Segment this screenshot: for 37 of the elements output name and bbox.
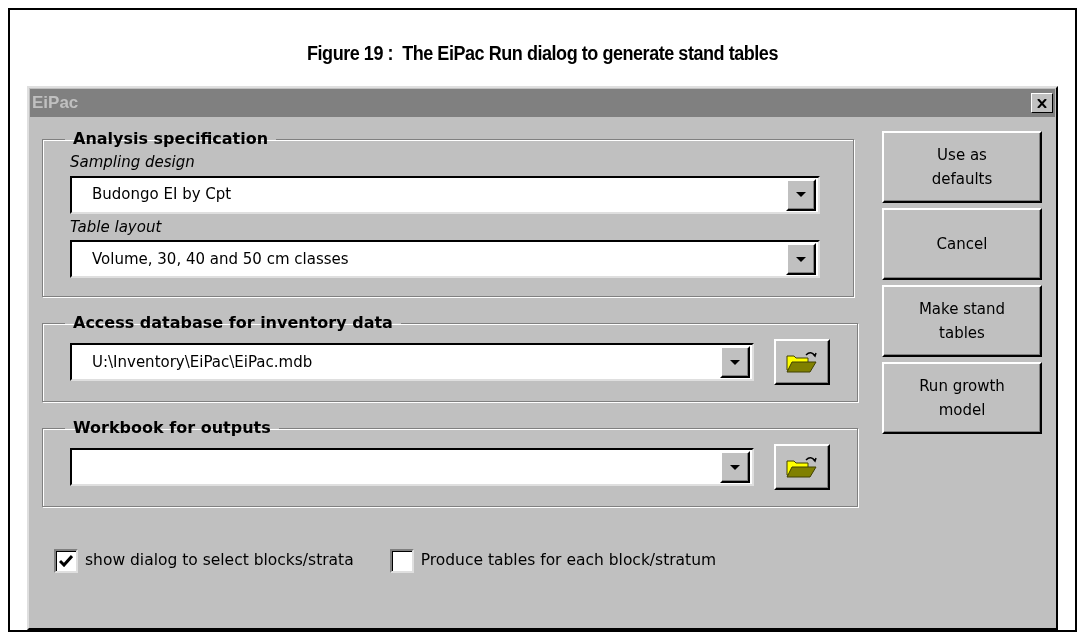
close-icon: [1037, 98, 1047, 108]
dropdown-field[interactable]: U:\Inventory\EiPac\EiPac.mdb: [70, 343, 754, 381]
caret-icon: [730, 359, 740, 365]
field-label: Sampling design: [70, 152, 196, 173]
window-title: EiPac: [32, 92, 79, 115]
dropdown-arrow-button[interactable]: [720, 451, 750, 483]
browse-button[interactable]: [774, 339, 830, 385]
field-value: U:\Inventory\EiPac\EiPac.mdb: [91, 351, 314, 373]
dropdown-arrow-button[interactable]: [786, 243, 816, 275]
field-label: Table layout: [70, 216, 163, 238]
caret-icon: [730, 464, 740, 470]
dropdown-field[interactable]: Budongo EI by Cpt: [70, 175, 820, 214]
checkbox-label: Produce tables for each block/stratum: [420, 550, 717, 572]
open-folder-icon: [786, 351, 818, 373]
field-value: Budongo EI by Cpt: [91, 184, 233, 206]
caret-icon: [796, 256, 806, 262]
dropdown-arrow-button[interactable]: [786, 178, 816, 211]
dropdown-field[interactable]: Volume, 30, 40 and 50 cm classes: [70, 240, 820, 278]
group-title: Analysis specification: [72, 128, 270, 150]
dialog-button[interactable]: Cancel: [882, 208, 1042, 280]
checkbox[interactable]: [54, 549, 78, 573]
group-title: Workbook for outputs: [72, 417, 272, 439]
checkbox[interactable]: [389, 549, 414, 573]
figure-caption: Figure 19 : The EiPac Run dialog to generate stand tables: [306, 41, 779, 66]
browse-button[interactable]: [774, 444, 830, 490]
dropdown-field[interactable]: [70, 448, 754, 486]
field-value: Volume, 30, 40 and 50 cm classes: [91, 248, 350, 270]
dropdown-arrow-button[interactable]: [720, 346, 750, 378]
group-title: Access database for inventory data: [72, 312, 394, 334]
open-folder-icon: [786, 456, 818, 478]
close-button[interactable]: [1031, 93, 1053, 113]
dialog-button[interactable]: Use as defaults: [882, 131, 1042, 203]
dialog-button[interactable]: Make stand tables: [882, 285, 1042, 357]
checkbox-label: show dialog to select blocks/strata: [85, 550, 354, 572]
caret-icon: [796, 192, 806, 197]
dialog-button[interactable]: Run growth model: [882, 362, 1042, 434]
check-icon: [59, 555, 73, 567]
